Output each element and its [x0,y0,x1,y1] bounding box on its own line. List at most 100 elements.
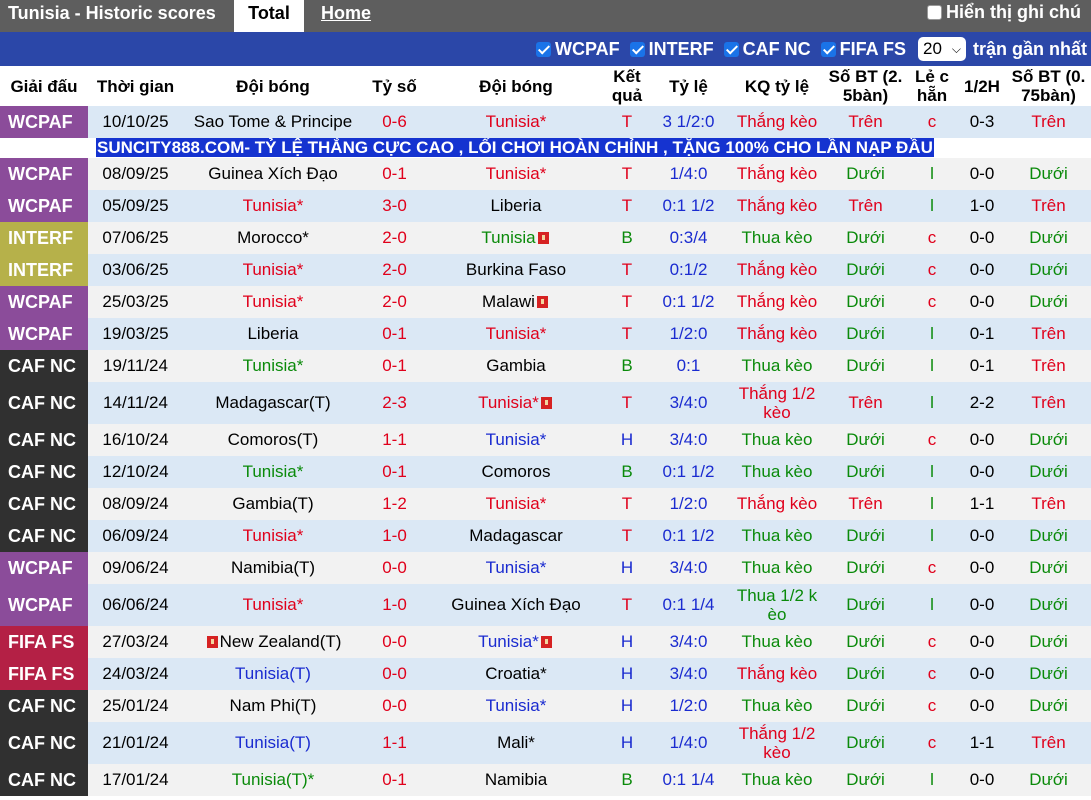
away-team[interactable]: Tunisia* [426,382,606,424]
league-badge[interactable]: CAF NC [0,350,88,382]
away-team[interactable]: Comoros [426,456,606,488]
home-team[interactable]: Liberia [183,318,363,350]
away-team[interactable]: Liberia [426,190,606,222]
show-notes-checkbox[interactable] [927,5,942,20]
table-row[interactable]: WCPAF 09/06/24 Namibia(T) 0-0 Tunisia* H 3/4:0… [0,552,1091,584]
table-row[interactable]: WCPAF 05/09/25 Tunisia* 3-0 Liberia T 0:1 1/2 T… [0,190,1091,222]
away-team[interactable]: Malawi [426,286,606,318]
away-team[interactable]: Burkina Faso [426,254,606,286]
away-team[interactable]: Tunisia [426,222,606,254]
league-badge[interactable]: CAF NC [0,764,88,796]
away-team[interactable]: Tunisia* [426,106,606,138]
home-team[interactable]: Guinea Xích Đạo [183,158,363,190]
col-result[interactable]: Kết quả [606,66,648,106]
table-row[interactable]: INTERF 07/06/25 Morocco* 2-0 Tunisia B 0:3/4 Th… [0,222,1091,254]
table-row[interactable]: CAF NC 17/01/24 Tunisia(T)* 0-1 Namibia B 0:1 … [0,764,1091,796]
home-team[interactable]: Tunisia* [183,520,363,552]
league-badge[interactable]: CAF NC [0,690,88,722]
league-badge[interactable]: CAF NC [0,520,88,552]
table-row[interactable]: CAF NC 25/01/24 Nam Phi(T) 0-0 Tunisia* H 1/2:… [0,690,1091,722]
table-row[interactable]: CAF NC 21/01/24 Tunisia(T) 1-1 Mali* H 1/4:0 Th… [0,722,1091,764]
league-badge[interactable]: CAF NC [0,382,88,424]
away-team[interactable]: Tunisia* [426,318,606,350]
filter-checkbox[interactable] [723,41,739,57]
away-team[interactable]: Mali* [426,722,606,764]
table-row[interactable]: CAF NC 14/11/24 Madagascar(T) 2-3 Tunisia* T 3… [0,382,1091,424]
home-team[interactable]: Morocco* [183,222,363,254]
col-odds-result[interactable]: KQ tỷ lệ [729,66,825,106]
table-row[interactable]: FIFA FS 24/03/24 Tunisia(T) 0-0 Croatia* H 3/4… [0,658,1091,690]
league-badge[interactable]: WCPAF [0,584,88,626]
table-row[interactable]: CAF NC 12/10/24 Tunisia* 0-1 Comoros B 0:1 1/2… [0,456,1091,488]
col-half[interactable]: 1/2H [958,66,1006,106]
col-away-team[interactable]: Đội bóng [426,66,606,106]
away-team[interactable]: Tunisia* [426,488,606,520]
home-team[interactable]: Gambia(T) [183,488,363,520]
league-badge[interactable]: CAF NC [0,424,88,456]
away-team[interactable]: Gambia [426,350,606,382]
league-badge[interactable]: FIFA FS [0,658,88,690]
filter-caf-nc[interactable]: CAF NC [723,39,811,60]
col-home-team[interactable]: Đội bóng [183,66,363,106]
filter-interf[interactable]: INTERF [629,39,714,60]
col-goals-25[interactable]: Số BT (2. 5bàn) [825,66,906,106]
filter-wcpaf[interactable]: WCPAF [535,39,620,60]
table-row[interactable]: FIFA FS 27/03/24 New Zealand(T) 0-0 Tunisia*… [0,626,1091,658]
home-team[interactable]: Tunisia(T)* [183,764,363,796]
away-team[interactable]: Tunisia* [426,424,606,456]
table-row[interactable]: WCPAF 19/03/25 Liberia 0-1 Tunisia* T 1/2:0 Thắ… [0,318,1091,350]
away-team[interactable]: Tunisia* [426,626,606,658]
away-team[interactable]: Tunisia* [426,552,606,584]
filter-checkbox[interactable] [629,41,645,57]
league-badge[interactable]: INTERF [0,254,88,286]
home-team[interactable]: Tunisia* [183,584,363,626]
away-team[interactable]: Madagascar [426,520,606,552]
col-date[interactable]: Thời gian [88,66,183,106]
table-row[interactable]: CAF NC 08/09/24 Gambia(T) 1-2 Tunisia* T 1/2:0… [0,488,1091,520]
home-team[interactable]: Madagascar(T) [183,382,363,424]
away-team[interactable]: Tunisia* [426,690,606,722]
filter-fifa-fs[interactable]: FIFA FS [820,39,906,60]
home-team[interactable]: Tunisia* [183,456,363,488]
league-badge[interactable]: INTERF [0,222,88,254]
home-team[interactable]: Tunisia(T) [183,658,363,690]
league-badge[interactable]: WCPAF [0,286,88,318]
table-row[interactable]: CAF NC 16/10/24 Comoros(T) 1-1 Tunisia* H 3/4:… [0,424,1091,456]
away-team[interactable]: Namibia [426,764,606,796]
table-row[interactable]: WCPAF 25/03/25 Tunisia* 2-0 Malawi T 0:1 1/2 Th… [0,286,1091,318]
home-team[interactable]: Tunisia* [183,350,363,382]
table-row[interactable]: WCPAF 08/09/25 Guinea Xích Đạo 0-1 Tunisia* T… [0,158,1091,190]
col-league[interactable]: Giải đấu [0,66,88,106]
col-odd-even[interactable]: Lẻ c hẵn [906,66,958,106]
filter-checkbox[interactable] [820,41,836,57]
home-team[interactable]: Namibia(T) [183,552,363,584]
league-badge[interactable]: WCPAF [0,552,88,584]
home-team[interactable]: Tunisia(T) [183,722,363,764]
away-team[interactable]: Guinea Xích Đạo [426,584,606,626]
home-team[interactable]: New Zealand(T) [183,626,363,658]
home-team[interactable]: Sao Tome & Principe [183,106,363,138]
home-team[interactable]: Tunisia* [183,254,363,286]
home-team[interactable]: Comoros(T) [183,424,363,456]
league-badge[interactable]: CAF NC [0,456,88,488]
filter-checkbox[interactable] [535,41,551,57]
table-row[interactable]: INTERF 03/06/25 Tunisia* 2-0 Burkina Faso T 0:… [0,254,1091,286]
away-team[interactable]: Croatia* [426,658,606,690]
league-badge[interactable]: WCPAF [0,158,88,190]
col-score[interactable]: Tỷ số [363,66,426,106]
tab-home[interactable]: Home [321,3,371,24]
col-goals-075[interactable]: Số BT (0. 75bàn) [1006,66,1091,106]
away-team[interactable]: Tunisia* [426,158,606,190]
home-team[interactable]: Nam Phi(T) [183,690,363,722]
league-badge[interactable]: CAF NC [0,722,88,764]
tab-total[interactable]: Total [234,0,304,32]
table-row[interactable]: CAF NC 06/09/24 Tunisia* 1-0 Madagascar T 0:1 … [0,520,1091,552]
ad-banner[interactable]: SUNCITY888.COM- TỶ LỆ THẮNG CỰC CAO , LỐ… [96,138,934,157]
table-row[interactable]: CAF NC 19/11/24 Tunisia* 0-1 Gambia B 0:1 Thua … [0,350,1091,382]
match-count-select[interactable]: 20 ⌵ [917,37,966,61]
league-badge[interactable]: WCPAF [0,190,88,222]
league-badge[interactable]: WCPAF [0,106,88,138]
show-notes-toggle[interactable]: Hiển thị ghi chú [927,2,1081,23]
table-row[interactable]: WCPAF 06/06/24 Tunisia* 1-0 Guinea Xích Đạo T… [0,584,1091,626]
col-odds[interactable]: Tỷ lệ [648,66,729,106]
